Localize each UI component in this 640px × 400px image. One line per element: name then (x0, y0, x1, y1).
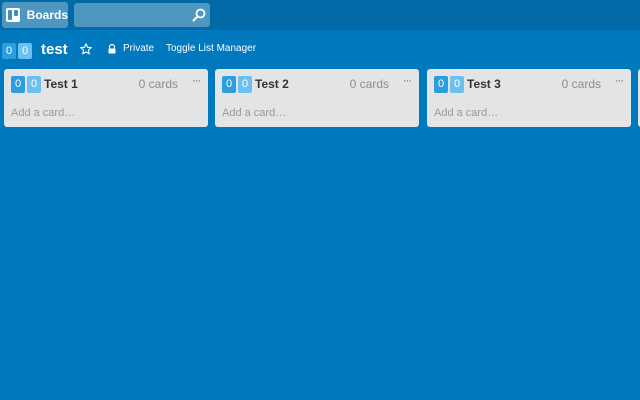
boards-button[interactable]: Boards (2, 2, 68, 28)
board-badge-votes: 0 (2, 43, 16, 59)
search-icon[interactable] (192, 8, 206, 22)
list-title[interactable]: Test 3 (467, 77, 501, 91)
search-input[interactable] (74, 3, 210, 27)
list-card-count: 0 cards (349, 77, 389, 91)
list-badge-votes: 0 (434, 76, 448, 93)
ellipsis-icon[interactable]: ··· (403, 75, 412, 87)
add-card-button[interactable]: Add a card… (434, 107, 498, 119)
list-badge-votes: 0 (11, 76, 25, 93)
list-title[interactable]: Test 1 (44, 77, 78, 91)
star-icon[interactable] (80, 43, 92, 55)
ellipsis-icon[interactable]: ··· (615, 75, 624, 87)
list-test-2: 0 0 Test 2 0 cards ··· Add a card… (215, 69, 419, 127)
lock-icon (108, 44, 116, 54)
toggle-list-manager-button[interactable]: Toggle List Manager (166, 43, 256, 54)
trello-board-icon (6, 8, 20, 22)
board-title[interactable]: test (41, 41, 68, 58)
board-badge-comments: 0 (18, 43, 32, 59)
boards-label: Boards (26, 8, 68, 22)
visibility-button[interactable]: Private (123, 43, 154, 54)
add-card-button[interactable]: Add a card… (11, 107, 75, 119)
top-bar: Boards (0, 0, 640, 30)
list-badge-comments: 0 (238, 76, 252, 93)
list-badge-comments: 0 (450, 76, 464, 93)
list-title[interactable]: Test 2 (255, 77, 289, 91)
list-card-count: 0 cards (561, 77, 601, 91)
ellipsis-icon[interactable]: ··· (192, 75, 201, 87)
list-test-1: 0 0 Test 1 0 cards ··· Add a card… (4, 69, 208, 127)
list-card-count: 0 cards (138, 77, 178, 91)
list-test-3: 0 0 Test 3 0 cards ··· Add a card… (427, 69, 631, 127)
board-header: 0 0 test Private Toggle List Manager (0, 40, 640, 60)
list-badge-votes: 0 (222, 76, 236, 93)
list-badge-comments: 0 (27, 76, 41, 93)
add-card-button[interactable]: Add a card… (222, 107, 286, 119)
